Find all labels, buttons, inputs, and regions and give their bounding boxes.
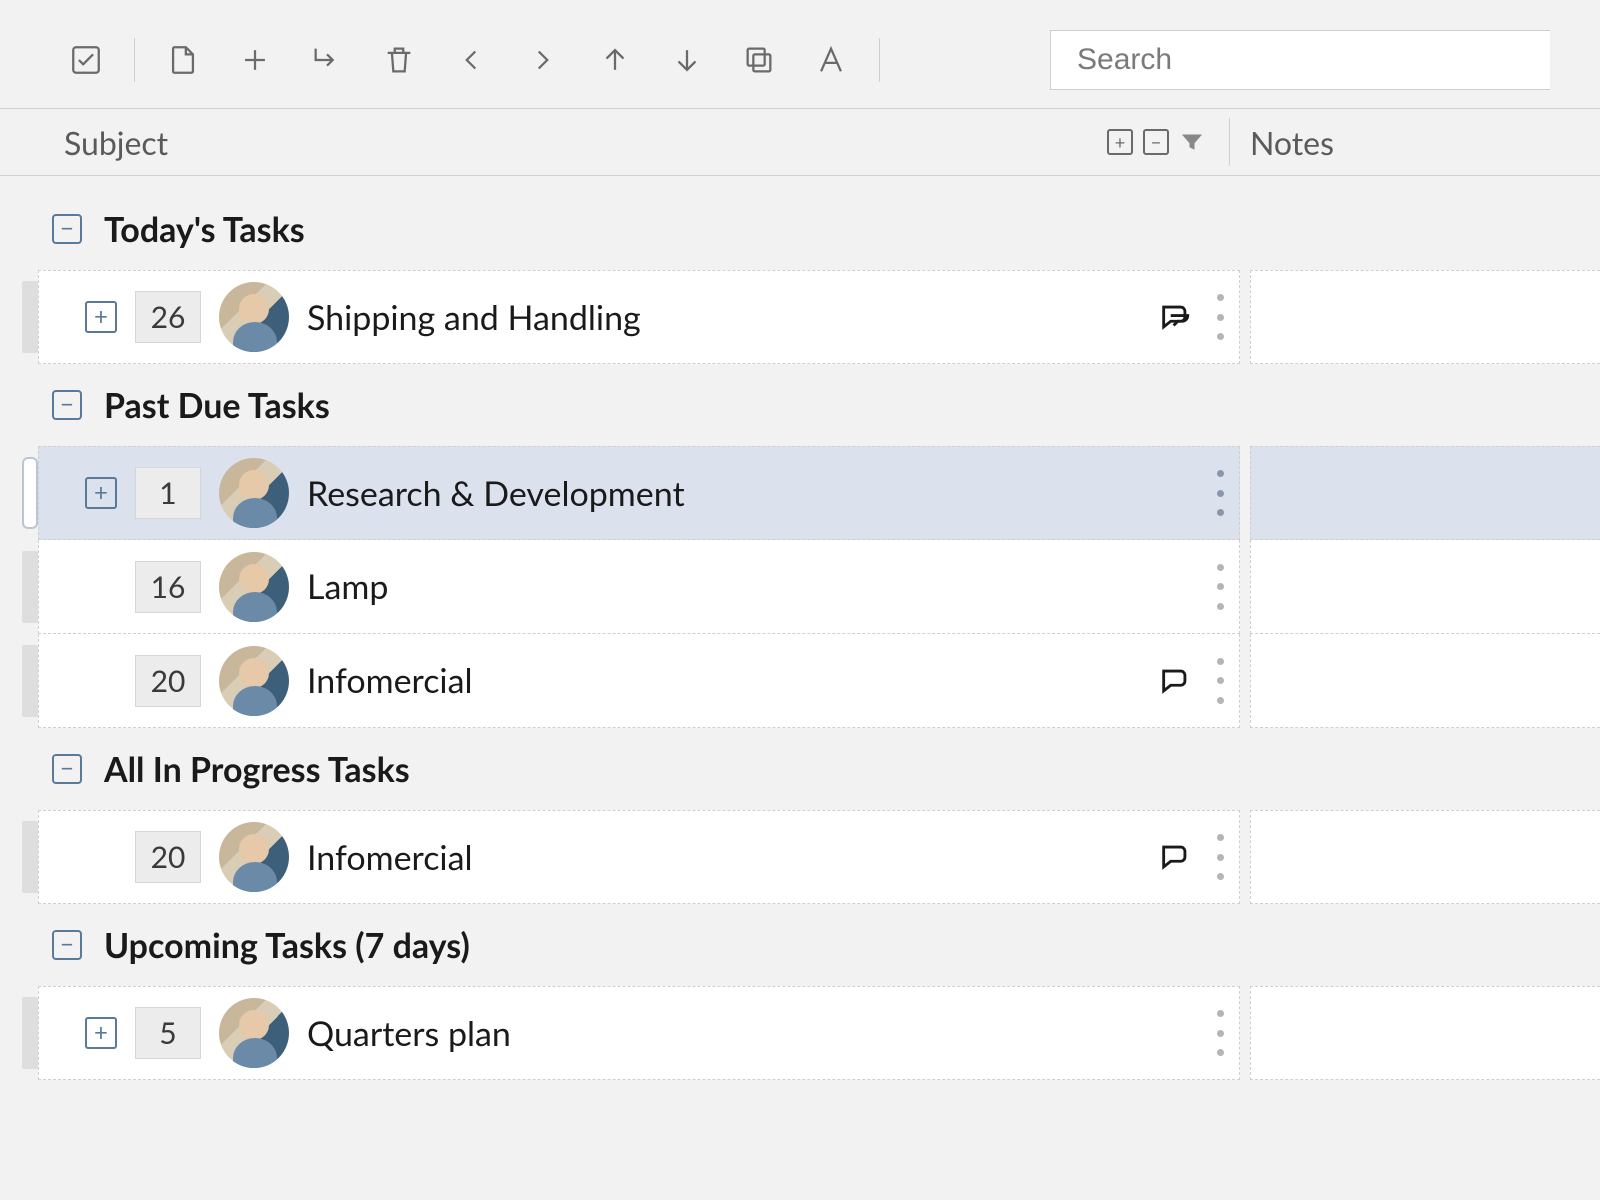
task-subject-cell[interactable]: + 5 Quarters plan [38, 986, 1240, 1080]
copy-icon[interactable] [723, 30, 795, 90]
task-count-badge: 16 [135, 561, 201, 613]
group-label: Past Due Tasks [104, 385, 330, 426]
chat-icon[interactable] [1157, 299, 1193, 335]
row-menu-icon[interactable] [1215, 564, 1225, 610]
task-count-badge: 5 [135, 1007, 201, 1059]
avatar [219, 822, 289, 892]
task-subject-cell[interactable]: 20 Infomercial [38, 810, 1240, 904]
plus-icon[interactable] [219, 30, 291, 90]
task-title: Lamp [307, 566, 388, 607]
avatar [219, 282, 289, 352]
task-subject-cell[interactable]: + 26 Shipping and Handling [38, 270, 1240, 364]
row-menu-icon[interactable] [1215, 294, 1225, 340]
row-handle[interactable] [0, 634, 38, 728]
filter-icon[interactable] [1177, 127, 1207, 157]
task-notes-cell[interactable] [1250, 270, 1600, 364]
expand-icon[interactable]: + [85, 1017, 117, 1049]
toolbar [0, 20, 1600, 108]
avatar [219, 458, 289, 528]
column-header-notes[interactable]: Notes [1240, 123, 1600, 162]
avatar [219, 998, 289, 1068]
row-handle[interactable] [0, 540, 38, 634]
task-notes-cell[interactable] [1250, 540, 1600, 634]
column-header-subject[interactable]: Subject [0, 123, 1105, 162]
task-count-badge: 1 [135, 467, 201, 519]
arrow-down-icon[interactable] [651, 30, 723, 90]
row-handle[interactable] [0, 986, 38, 1080]
group-header[interactable]: − Upcoming Tasks (7 days) [0, 904, 1600, 986]
task-title: Research & Development [307, 473, 685, 514]
task-row[interactable]: 16 Lamp [0, 540, 1600, 634]
collapse-icon[interactable]: − [52, 754, 82, 784]
search-wrap [1050, 30, 1550, 90]
collapse-icon[interactable]: − [52, 214, 82, 244]
row-menu-icon[interactable] [1215, 834, 1225, 880]
task-count-badge: 26 [135, 291, 201, 343]
app-root: Subject + − Notes − Today's Tasks + 26 S… [0, 0, 1600, 1200]
task-notes-cell[interactable] [1250, 446, 1600, 540]
group-header[interactable]: − All In Progress Tasks [0, 728, 1600, 810]
group-header[interactable]: − Today's Tasks [0, 188, 1600, 270]
avatar [219, 646, 289, 716]
toolbar-separator [879, 38, 880, 82]
task-title: Shipping and Handling [307, 297, 641, 338]
row-handle[interactable] [0, 270, 38, 364]
trash-icon[interactable] [363, 30, 435, 90]
task-row[interactable]: 20 Infomercial [0, 810, 1600, 904]
chat-icon[interactable] [1157, 839, 1193, 875]
group-header[interactable]: − Past Due Tasks [0, 364, 1600, 446]
task-row[interactable]: + 26 Shipping and Handling [0, 270, 1600, 364]
collapse-icon[interactable]: − [52, 390, 82, 420]
task-subject-cell[interactable]: 20 Infomercial [38, 634, 1240, 728]
row-handle[interactable] [0, 810, 38, 904]
chat-icon[interactable] [1157, 663, 1193, 699]
task-count-badge: 20 [135, 655, 201, 707]
row-menu-icon[interactable] [1215, 1010, 1225, 1056]
group-label: All In Progress Tasks [104, 749, 410, 790]
column-separator [1229, 118, 1230, 166]
toolbar-separator [134, 38, 135, 82]
task-notes-cell[interactable] [1250, 634, 1600, 728]
new-file-icon[interactable] [147, 30, 219, 90]
column-tools: + − [1105, 127, 1219, 157]
arrow-left-icon[interactable] [435, 30, 507, 90]
expand-all-icon[interactable]: + [1105, 127, 1135, 157]
indent-arrow-icon[interactable] [291, 30, 363, 90]
collapse-all-icon[interactable]: − [1141, 127, 1171, 157]
row-handle[interactable] [0, 446, 38, 540]
task-row[interactable]: + 5 Quarters plan [0, 986, 1600, 1080]
expand-icon[interactable]: + [85, 477, 117, 509]
collapse-icon[interactable]: − [52, 930, 82, 960]
row-menu-icon[interactable] [1215, 470, 1225, 516]
task-list: − Today's Tasks + 26 Shipping and Handli… [0, 176, 1600, 1080]
task-row[interactable]: + 1 Research & Development [0, 446, 1600, 540]
checkmark-icon[interactable] [50, 30, 122, 90]
group-label: Upcoming Tasks (7 days) [104, 925, 470, 966]
row-menu-icon[interactable] [1215, 658, 1225, 704]
task-subject-cell[interactable]: + 1 Research & Development [38, 446, 1240, 540]
group-label: Today's Tasks [104, 209, 305, 250]
task-notes-cell[interactable] [1250, 810, 1600, 904]
task-title: Infomercial [307, 660, 473, 701]
task-subject-cell[interactable]: 16 Lamp [38, 540, 1240, 634]
task-notes-cell[interactable] [1250, 986, 1600, 1080]
task-row[interactable]: 20 Infomercial [0, 634, 1600, 728]
arrow-up-icon[interactable] [579, 30, 651, 90]
task-title: Quarters plan [307, 1013, 511, 1054]
avatar [219, 552, 289, 622]
task-title: Infomercial [307, 837, 473, 878]
columns-header: Subject + − Notes [0, 108, 1600, 176]
text-a-icon[interactable] [795, 30, 867, 90]
expand-icon[interactable]: + [85, 301, 117, 333]
arrow-right-icon[interactable] [507, 30, 579, 90]
search-input[interactable] [1050, 30, 1550, 90]
task-count-badge: 20 [135, 831, 201, 883]
